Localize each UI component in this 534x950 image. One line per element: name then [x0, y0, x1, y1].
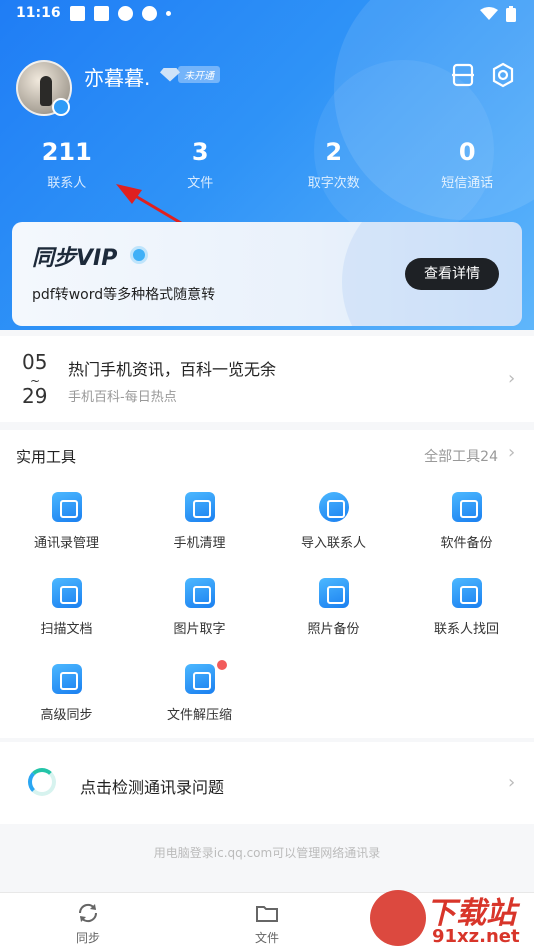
stat-label: 取字次数	[307, 176, 360, 191]
stat-sms-calls[interactable]: 0 短信通话	[401, 138, 534, 198]
new-badge-dot	[217, 660, 227, 670]
tool-photo-backup[interactable]: 照片备份	[267, 578, 400, 637]
vip-status-tag[interactable]: 未开通	[160, 66, 220, 83]
tool-contacts-manage[interactable]: 通讯录管理	[0, 492, 133, 551]
username[interactable]: 亦暮暮.	[84, 62, 150, 91]
tool-contact-recover[interactable]: 联系人找回	[400, 578, 533, 637]
vip-status-label: 未开通	[178, 66, 220, 83]
site-watermark: 下载站 91xz.net	[370, 888, 534, 950]
import-contact-icon	[318, 492, 349, 522]
tab-sync[interactable]: 同步	[58, 901, 118, 946]
settings-icon[interactable]	[490, 62, 516, 88]
tools-header: 实用工具	[16, 448, 77, 466]
status-bar: 11:16	[0, 0, 534, 28]
tool-scan-document[interactable]: 扫描文档	[0, 578, 133, 637]
tool-label: 扫描文档	[40, 622, 93, 637]
scan-document-icon	[51, 578, 82, 608]
tool-label: 软件备份	[440, 536, 493, 551]
tools-section: 实用工具 全部工具24 › 通讯录管理 手机清理 导入联系人 软件备份 扫描文档…	[0, 430, 534, 738]
tool-label: 文件解压缩	[166, 708, 232, 723]
stat-label: 文件	[187, 176, 214, 191]
tool-unzip[interactable]: 文件解压缩	[133, 660, 266, 723]
tool-label: 手机清理	[173, 536, 226, 551]
phone-clean-icon	[184, 492, 215, 522]
tool-label: 照片备份	[307, 622, 360, 637]
tab-files[interactable]: 文件	[237, 901, 297, 946]
tool-label: 通讯录管理	[33, 536, 99, 551]
folder-icon	[256, 906, 278, 922]
vip-title: 同步VIP	[32, 246, 118, 271]
system-icons	[480, 6, 516, 22]
diamond-icon	[160, 67, 180, 82]
stat-label: 联系人	[47, 176, 87, 191]
more-dot-icon	[166, 11, 171, 16]
news-title: 热门手机资讯，百科一览无余	[68, 360, 277, 379]
news-month: 05	[22, 350, 48, 374]
watermark-url: 91xz.net	[432, 926, 520, 947]
loading-ring-icon	[28, 768, 56, 796]
contacts-book-icon	[51, 492, 82, 522]
detect-label: 点击检测通讯录问题	[80, 778, 225, 797]
chevron-right-icon: ›	[508, 368, 516, 389]
app-notify-icon	[142, 6, 157, 21]
tool-image-text[interactable]: 图片取字	[133, 578, 266, 637]
stat-value: 0	[458, 138, 476, 166]
tab-label: 文件	[254, 931, 279, 945]
contact-recover-icon	[451, 578, 482, 608]
news-subtitle: 手机百科-每日热点	[68, 390, 177, 405]
unzip-icon	[184, 664, 215, 694]
vip-description: pdf转word等多种格式随意转	[32, 287, 216, 303]
detect-contacts-row[interactable]: 点击检测通讯录问题 ›	[0, 742, 534, 824]
news-item[interactable]: 05 ~ 29 热门手机资讯，百科一览无余 手机百科-每日热点 ›	[0, 336, 534, 422]
tool-label: 图片取字	[173, 622, 226, 637]
photo-backup-icon	[318, 578, 349, 608]
tab-label: 同步	[75, 931, 100, 945]
watermark-logo-icon	[370, 890, 426, 946]
tool-label: 导入联系人	[300, 536, 366, 551]
tool-app-backup[interactable]: 软件备份	[400, 492, 533, 551]
footer-note: 用电脑登录ic.qq.com可以管理网络通讯录	[153, 846, 381, 860]
stat-text-extract[interactable]: 2 取字次数	[267, 138, 401, 198]
chevron-right-icon: ›	[508, 772, 516, 793]
wifi-icon	[480, 7, 498, 20]
all-tools-link[interactable]: 全部工具24	[424, 446, 498, 466]
tool-import-contacts[interactable]: 导入联系人	[267, 492, 400, 551]
vip-bell-icon	[130, 246, 148, 264]
tool-advanced-sync[interactable]: 高级同步	[0, 664, 133, 723]
app-notify-icon	[118, 6, 133, 21]
stat-label: 短信通话	[441, 176, 494, 191]
notification-icons	[70, 6, 171, 21]
mail-icon	[70, 6, 85, 21]
sync-icon	[78, 903, 98, 923]
stats-row: 211 联系人 3 文件 2 取字次数 0 短信通话	[0, 138, 534, 198]
stat-contacts[interactable]: 211 联系人	[0, 138, 134, 198]
tool-label: 高级同步	[40, 708, 93, 723]
view-details-button[interactable]: 查看详情	[405, 258, 499, 290]
advanced-sync-icon	[51, 664, 82, 694]
tool-label: 联系人找回	[433, 622, 499, 637]
stat-value: 211	[41, 138, 92, 166]
stat-value: 2	[325, 138, 343, 166]
status-time: 11:16	[16, 5, 61, 21]
tool-phone-clean[interactable]: 手机清理	[133, 492, 266, 551]
app-icon	[94, 6, 109, 21]
stat-files[interactable]: 3 文件	[134, 138, 268, 198]
vip-banner[interactable]: 同步VIP pdf转word等多种格式随意转 查看详情	[12, 222, 522, 326]
app-backup-icon	[451, 492, 482, 522]
stat-value: 3	[191, 138, 209, 166]
image-text-icon	[184, 578, 215, 608]
avatar-figure	[40, 76, 52, 106]
chevron-right-icon: ›	[508, 442, 516, 463]
qq-badge-icon	[52, 98, 70, 116]
scan-icon[interactable]	[450, 62, 476, 88]
news-day: 29	[22, 384, 48, 408]
battery-icon	[506, 6, 516, 22]
